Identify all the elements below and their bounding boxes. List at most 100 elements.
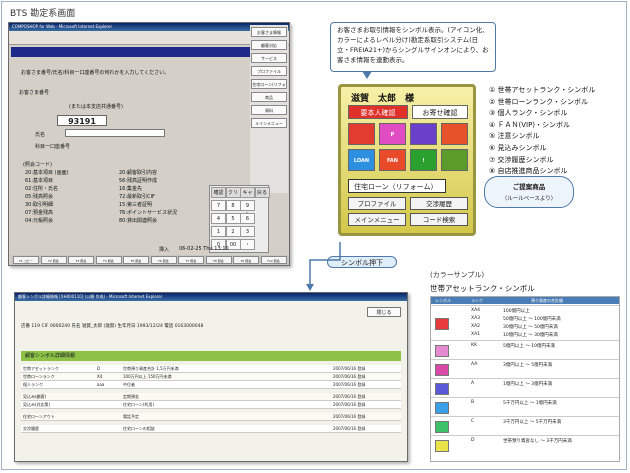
name-label: 氏名 [35, 132, 46, 138]
table-header: シンボル ランク 預り資産の合計額 [431, 297, 619, 304]
function-button[interactable]: F2 照会 [40, 256, 67, 264]
function-bar: F1 コピー F2 照会 F3 照会 F4 照会 F5 照会 F6 照会 F7 照会 F8 照… [11, 255, 289, 265]
color-sample-table: シンボル ランク 預り資産の合計額 XA4 100億円以上 XA3 50億円以上 ～ … [430, 296, 620, 462]
side-menu-item[interactable]: 住宅ローン(リフォーム) [251, 79, 287, 97]
row-label: 世帯ローンランク [23, 374, 55, 379]
rank-swatch [435, 420, 449, 433]
side-menu-item[interactable]: 商品 [251, 92, 287, 102]
row-label: 見込み(対応策) [23, 402, 51, 407]
name-field[interactable] [65, 129, 165, 137]
rank-range: 5億円以上 ～ 10億円未満 [503, 344, 555, 349]
rank-range: 50億円以上 ～ 100億円未満 [503, 317, 561, 322]
color-row: KK 5億円以上 ～ 10億円未満 [431, 340, 619, 360]
row-label: 見込み(顧客) [23, 394, 47, 399]
page-heading: BTS 勘定系画面 [10, 9, 76, 19]
legend-item: ⑤ 注意シンボル [489, 132, 540, 141]
keypad-key[interactable]: 4 [211, 213, 226, 224]
callout-pointer [362, 71, 372, 79]
exclamation-icon[interactable]: ! [410, 149, 437, 171]
keypad-key[interactable]: 戻る [254, 187, 270, 198]
fan-icon[interactable] [441, 123, 468, 145]
legend-item: ⑥ 見込みシンボル [489, 143, 547, 152]
fan-vip-icon[interactable]: FAN [379, 149, 406, 171]
code-item: 76:ポイントサービス状況 [119, 210, 178, 216]
side-menu: お客さま情報顧客対応サービスプロファイル住宅ローン(リフォーム)商品資料メインメ… [250, 25, 288, 193]
keypad-key[interactable]: 8 [225, 200, 241, 211]
col-amount: 預り資産の合計額 [531, 298, 563, 303]
row-code [95, 393, 117, 400]
function-button[interactable]: F3 照会 [68, 256, 94, 264]
color-sample-title: 世帯アセットランク・シンボル [430, 284, 535, 293]
keypad-key[interactable]: 1 [211, 226, 226, 237]
function-button[interactable]: F4 照会 [95, 256, 122, 264]
keypad-key[interactable]: 2 [225, 226, 241, 237]
keypad-key[interactable]: 9 [240, 200, 255, 211]
function-button[interactable]: F8 照会 [205, 256, 232, 264]
rank-code: B [471, 400, 475, 405]
function-button[interactable]: F10 照会 [260, 256, 287, 264]
row-value: 中位者 [123, 382, 135, 387]
product-button[interactable]: 住宅ローン（リフォーム） [348, 179, 446, 193]
history-button[interactable]: 交渉履歴 [410, 197, 468, 210]
row-date: 2007/06/16 登録 [333, 382, 366, 387]
keypad-key[interactable]: 6 [240, 213, 255, 224]
main-menu-button[interactable]: メインメニュー [348, 213, 406, 226]
symbol-panel: 滋賀 太郎 様 要本人確認 お寄せ確認 P LOAN FAN! 住宅ローン（リフォー… [338, 84, 476, 236]
color-row: C 3千万円以上 ～ 5千万円未満 [431, 416, 619, 436]
codes-title: (照会コード) [23, 162, 52, 168]
close-button[interactable]: 閉じる [367, 307, 401, 317]
proposal-bubble: ご提案商品 （ルールベースより） [484, 176, 574, 208]
function-button[interactable]: F6 照会 [150, 256, 177, 264]
keypad-key[interactable]: ・ [240, 239, 255, 250]
function-button[interactable]: F7 照会 [178, 256, 204, 264]
detail-row: 見込み(顧客) 定期預金 2007/06/16 登録 [21, 393, 401, 401]
side-menu-item[interactable]: 資料 [251, 105, 287, 115]
side-menu-item[interactable]: お客さま情報 [251, 27, 287, 37]
keypad-key[interactable]: 7 [211, 200, 226, 211]
profile-button[interactable]: プロファイル [348, 197, 406, 210]
function-button[interactable]: F1 コピー [13, 256, 39, 264]
row-date: 2007/06/16 登録 [333, 426, 366, 431]
col-symbol: シンボル [435, 298, 451, 303]
rank-code: XA1 [471, 332, 481, 337]
function-button[interactable]: F9 照会 [233, 256, 259, 264]
row-label: 世帯アセットランク [23, 366, 59, 371]
people-icon[interactable] [441, 149, 468, 171]
rank-code: D [471, 438, 475, 443]
detail-row: 見込み(対応策) 住宅ローン(利用) 2007/06/16 登録 [21, 401, 401, 409]
callout-text: お客さまお取引情報をシンボル表示。(アイコン化、カラーによるレベル分け)勘定系取… [330, 22, 496, 72]
identity-check-button[interactable]: 要本人確認 [348, 105, 408, 119]
window-titlebar: COMPOSHOP for Web - Microsoft Internet E… [9, 23, 289, 31]
code-item: 56:残高証明作成 [119, 178, 158, 184]
side-menu-item[interactable]: メインメニュー [251, 118, 287, 128]
keypad-key[interactable]: 3 [240, 226, 255, 237]
toolbar [9, 31, 289, 45]
screen-header [11, 47, 267, 57]
points-icon[interactable]: P [379, 123, 406, 145]
color-row: XA4 100億円以上 XA3 50億円以上 ～ 100億円未満 XA2 30億円以上 ～… [431, 305, 619, 341]
rank-swatch [435, 344, 449, 357]
person-icon[interactable] [348, 123, 375, 145]
rank-range: 5千万円以上 ～ 1億円未満 [503, 401, 557, 406]
code-item: 80:貸出関連照会 [119, 218, 158, 224]
rank-swatch [435, 439, 449, 452]
keypad-key[interactable]: 確認 [211, 187, 226, 198]
house-icon[interactable]: LOAN [348, 149, 375, 171]
symbol-detail-screen: 顧客シンボル詳細情報 [XH000110] (公開 作成) - Microsof… [14, 292, 408, 462]
keypad-key[interactable]: 5 [225, 213, 241, 224]
keypad-key[interactable]: クリア [225, 187, 241, 207]
symbol-legend: ① 世帯アセットランク・シンボル ② 世帯ローンランク・シンボル ③ 個人ランク・シ… [489, 85, 595, 178]
rank-swatch [435, 401, 449, 414]
rank-swatch [435, 317, 449, 330]
code-search-button[interactable]: コード検索 [410, 213, 468, 226]
row-code: D [97, 366, 101, 371]
side-menu-item[interactable]: プロファイル [251, 66, 287, 76]
customer-no-field[interactable]: 93191 [57, 115, 107, 126]
side-menu-item[interactable]: サービス [251, 53, 287, 63]
card-icon[interactable] [410, 123, 437, 145]
customer-name: 滋賀 太郎 様 [351, 94, 415, 104]
side-menu-item[interactable]: 顧客対応 [251, 40, 287, 50]
keypad-key[interactable]: キャンセル [240, 187, 255, 218]
function-button[interactable]: F5 照会 [123, 256, 149, 264]
deposit-check-button[interactable]: お寄せ確認 [412, 105, 468, 119]
